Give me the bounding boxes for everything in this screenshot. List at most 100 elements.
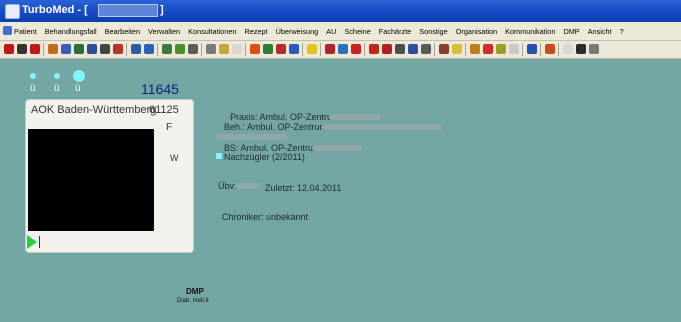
toolbar-separator bbox=[157, 43, 158, 56]
menu-help[interactable]: ? bbox=[620, 27, 624, 36]
card-icon[interactable] bbox=[74, 44, 84, 54]
nachzuegler-marker bbox=[216, 153, 222, 159]
redacted-field bbox=[329, 114, 381, 120]
toolbar-separator bbox=[434, 43, 435, 56]
card-letter-f: F bbox=[166, 122, 173, 133]
plant-icon[interactable] bbox=[175, 44, 185, 54]
folder-icon[interactable] bbox=[307, 44, 317, 54]
menu-dmp[interactable]: DMP bbox=[563, 27, 579, 36]
menu-rezept[interactable]: Rezept bbox=[244, 27, 267, 36]
menu-behandlungsfall[interactable]: Behandlungsfall bbox=[45, 27, 97, 36]
status-label: ü bbox=[75, 83, 81, 94]
menu-scheine[interactable]: Scheine bbox=[344, 27, 370, 36]
nachzuegler-info: Nachzügler (2/2011) bbox=[224, 152, 305, 162]
chart-icon[interactable] bbox=[113, 44, 123, 54]
screen-icon[interactable] bbox=[289, 44, 299, 54]
grid-icon[interactable] bbox=[382, 44, 392, 54]
percent-icon[interactable] bbox=[545, 44, 555, 54]
patient-list-icon[interactable] bbox=[61, 44, 71, 54]
status-label: ü bbox=[30, 83, 36, 94]
patient-number: 11645 bbox=[141, 81, 179, 97]
menu-au[interactable]: AU bbox=[326, 27, 336, 36]
toolbar-separator bbox=[126, 43, 127, 56]
redacted-field bbox=[322, 124, 442, 130]
card2-icon[interactable] bbox=[87, 44, 97, 54]
archive-icon[interactable] bbox=[496, 44, 506, 54]
last-visit-date: Zuletzt: 12.04.2011 bbox=[265, 183, 342, 193]
dmp-title: DMP bbox=[186, 287, 204, 296]
status-dot-large bbox=[73, 70, 85, 82]
status-dot bbox=[30, 73, 36, 79]
arrow-right-icon[interactable] bbox=[30, 44, 40, 54]
menu-sonstige[interactable]: Sonstige bbox=[419, 27, 447, 36]
menu-konsultationen[interactable]: Konsultationen bbox=[188, 27, 236, 36]
stat-icon[interactable] bbox=[369, 44, 379, 54]
toolbar-separator bbox=[465, 43, 466, 56]
cam-icon[interactable] bbox=[470, 44, 480, 54]
book-icon[interactable] bbox=[439, 44, 449, 54]
arrow-right-icon[interactable] bbox=[250, 44, 260, 54]
praxis-info: Praxis: Ambul. OP-Zentrum bbox=[230, 112, 340, 122]
ubv-label: Übv: bbox=[218, 181, 237, 191]
window-titlebar: TurboMed - [ ] bbox=[0, 0, 681, 22]
app-icon bbox=[5, 4, 20, 19]
tool-icon[interactable] bbox=[395, 44, 405, 54]
toolbar-separator bbox=[245, 43, 246, 56]
redacted-field bbox=[312, 145, 362, 151]
folder-icon[interactable] bbox=[452, 44, 462, 54]
toolbar-separator bbox=[558, 43, 559, 56]
menu-ueberweisung[interactable]: Überweisung bbox=[276, 27, 319, 36]
card3-icon[interactable] bbox=[100, 44, 110, 54]
table-icon[interactable] bbox=[276, 44, 286, 54]
graph-icon[interactable] bbox=[263, 44, 273, 54]
menu-ansicht[interactable]: Ansicht bbox=[588, 27, 612, 36]
system-menu-icon[interactable] bbox=[3, 26, 12, 35]
tools-icon[interactable] bbox=[421, 44, 431, 54]
menu-fachaerzte[interactable]: Fachärzte bbox=[379, 27, 411, 36]
toolbar bbox=[0, 41, 681, 59]
window-title-suffix: ] bbox=[160, 4, 164, 16]
add-icon[interactable] bbox=[351, 44, 361, 54]
status-label: ü bbox=[54, 83, 60, 94]
globe-icon[interactable] bbox=[576, 44, 586, 54]
med-icon[interactable] bbox=[325, 44, 335, 54]
status-dot bbox=[54, 73, 60, 79]
patient-icon[interactable] bbox=[48, 44, 58, 54]
monitor-icon[interactable] bbox=[131, 44, 141, 54]
calendar-icon[interactable] bbox=[162, 44, 172, 54]
toolbar-separator bbox=[522, 43, 523, 56]
card-letter-w: W bbox=[170, 153, 179, 163]
toolbar-separator bbox=[302, 43, 303, 56]
play-icon[interactable] bbox=[27, 235, 37, 249]
disk-icon[interactable] bbox=[483, 44, 493, 54]
toolbar-separator bbox=[201, 43, 202, 56]
menu-patient[interactable]: Patient bbox=[14, 27, 37, 36]
redacted-field bbox=[235, 183, 261, 189]
menu-verwalten[interactable]: Verwalten bbox=[148, 27, 180, 36]
insurance-card: AOK Baden-Württemberg 61125 F W bbox=[25, 99, 194, 253]
toolbar-separator bbox=[43, 43, 44, 56]
window-icon[interactable] bbox=[509, 44, 519, 54]
text-icon[interactable] bbox=[563, 44, 573, 54]
pin-icon[interactable] bbox=[408, 44, 418, 54]
pill-icon[interactable] bbox=[206, 44, 216, 54]
dmp-program: Diab. mell.II bbox=[177, 298, 209, 304]
menu-bearbeiten[interactable]: Bearbeiten bbox=[105, 27, 140, 36]
notes-icon[interactable] bbox=[144, 44, 154, 54]
redacted-field bbox=[217, 134, 287, 140]
ok-icon[interactable] bbox=[338, 44, 348, 54]
text-cursor[interactable] bbox=[39, 236, 40, 248]
bottle-icon[interactable] bbox=[232, 44, 242, 54]
stethoscope-icon[interactable] bbox=[188, 44, 198, 54]
binoculars-icon[interactable] bbox=[17, 44, 27, 54]
lab-icon[interactable] bbox=[219, 44, 229, 54]
toolbar-separator bbox=[320, 43, 321, 56]
more-icon[interactable] bbox=[589, 44, 599, 54]
shield-icon[interactable] bbox=[527, 44, 537, 54]
arrow-left-icon[interactable] bbox=[4, 44, 14, 54]
menu-bar: Patient Behandlungsfall Bearbeiten Verwa… bbox=[0, 22, 681, 41]
insurance-code: 61125 bbox=[149, 104, 179, 116]
window-title-redacted bbox=[98, 4, 158, 17]
menu-kommunikation[interactable]: Kommunikation bbox=[505, 27, 555, 36]
menu-organisation[interactable]: Organisation bbox=[456, 27, 497, 36]
